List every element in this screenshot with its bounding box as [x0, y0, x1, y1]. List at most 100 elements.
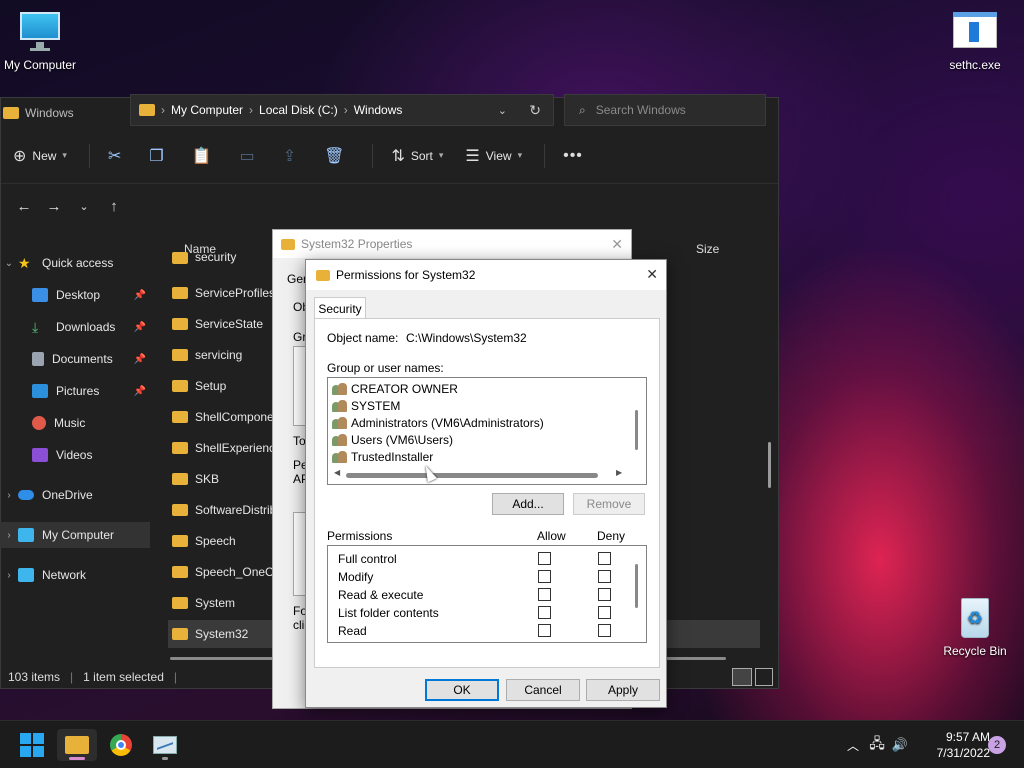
address-dropdown-icon[interactable]: ⌄ — [498, 104, 507, 117]
scroll-right-icon[interactable]: ▶ — [616, 468, 622, 477]
file-row[interactable]: ServiceState — [168, 310, 278, 338]
permissions-scrollbar[interactable] — [635, 564, 638, 608]
breadcrumb-my-computer[interactable]: My Computer — [171, 103, 243, 117]
allow-checkbox[interactable] — [538, 606, 551, 619]
scroll-left-icon[interactable]: ◀ — [334, 468, 340, 477]
folder-icon — [172, 411, 188, 423]
file-row[interactable]: SKB — [168, 465, 278, 493]
tab-security[interactable]: Security — [314, 297, 366, 319]
search-placeholder: Search Windows — [595, 103, 686, 117]
breadcrumb-windows[interactable]: Windows — [354, 103, 403, 117]
cancel-button[interactable]: Cancel — [506, 679, 580, 701]
apply-button[interactable]: Apply — [586, 679, 660, 701]
user-list-item[interactable]: Users (VM6\Users) — [332, 431, 453, 448]
clock[interactable]: 9:57 AM 7/31/2022 — [920, 729, 990, 761]
file-row[interactable]: Setup — [168, 372, 278, 400]
allow-checkbox[interactable] — [538, 552, 551, 565]
network-status-icon[interactable]: 🖧 — [864, 733, 890, 757]
sidebar-item-documents[interactable]: Documents 📌 — [0, 346, 150, 372]
file-row[interactable]: Speech — [168, 527, 278, 555]
taskbar-app[interactable] — [145, 729, 185, 761]
sidebar-item-onedrive[interactable]: › OneDrive — [0, 482, 150, 508]
sidebar-item-pictures[interactable]: Pictures 📌 — [0, 378, 150, 404]
deny-checkbox[interactable] — [598, 552, 611, 565]
remove-button[interactable]: Remove — [573, 493, 645, 515]
file-row[interactable]: SoftwareDistribution — [168, 496, 278, 524]
allow-checkbox[interactable] — [538, 588, 551, 601]
pictures-icon — [32, 384, 48, 398]
folder-icon — [172, 318, 188, 330]
permission-name: Full control — [338, 552, 397, 566]
sidebar-item-quick-access[interactable]: ⌄ ★ Quick access — [0, 250, 150, 276]
users-listbox[interactable]: CREATOR OWNER SYSTEM Administrators (VM6\A… — [327, 377, 647, 485]
pin-icon: 📌 — [133, 385, 146, 397]
tab-label: Security — [318, 301, 362, 316]
desktop-icon-my-computer[interactable]: My Computer — [0, 10, 80, 72]
deny-checkbox[interactable] — [598, 570, 611, 583]
deny-checkbox[interactable] — [598, 624, 611, 637]
file-name: System — [195, 596, 236, 610]
tiles-view-icon[interactable] — [755, 668, 773, 686]
file-row[interactable]: servicing — [168, 341, 278, 369]
user-list-item[interactable]: TrustedInstaller — [332, 448, 433, 465]
sidebar-item-music[interactable]: Music — [0, 410, 150, 436]
sidebar-item-label: Videos — [56, 448, 93, 462]
user-list-item[interactable]: Administrators (VM6\Administrators) — [332, 414, 544, 431]
window-title: Windows — [25, 106, 74, 120]
notification-badge[interactable]: 2 — [988, 736, 1006, 754]
listbox-vertical-scrollbar[interactable] — [635, 410, 638, 450]
sidebar-item-my-computer[interactable]: › My Computer — [0, 522, 150, 548]
navigation-pane: ⌄ ★ Quick access Desktop 📌 ⤓ Downloads 📌… — [0, 140, 152, 550]
file-name: SoftwareDistribution — [195, 503, 278, 517]
file-row[interactable]: ShellExperiences — [168, 434, 278, 462]
user-list-item[interactable]: SYSTEM — [332, 397, 400, 414]
close-icon[interactable]: ✕ — [646, 266, 658, 283]
listbox-horizontal-scrollbar[interactable]: ◀ ▶ — [334, 468, 624, 480]
folder-icon — [316, 269, 330, 281]
user-list-item[interactable]: CREATOR OWNER — [332, 380, 458, 397]
taskbar-file-explorer[interactable] — [57, 729, 97, 761]
allow-checkbox[interactable] — [538, 624, 551, 637]
sidebar-item-network[interactable]: › Network — [0, 562, 150, 588]
users-group-icon — [332, 399, 348, 413]
vertical-scrollbar[interactable] — [768, 442, 771, 488]
sidebar-item-label: My Computer — [42, 528, 115, 542]
volume-icon[interactable]: 🔊 — [890, 737, 910, 753]
refresh-icon[interactable]: ↻ — [529, 102, 541, 119]
deny-checkbox[interactable] — [598, 606, 611, 619]
breadcrumb-local-disk[interactable]: Local Disk (C:) — [259, 103, 338, 117]
close-icon[interactable]: ✕ — [611, 236, 623, 253]
search-input[interactable]: ⌕ Search Windows — [564, 94, 766, 126]
folder-icon — [172, 597, 188, 609]
chevron-up-icon[interactable]: ︿ — [842, 737, 864, 754]
desktop-icon-recycle-bin[interactable]: ♻ Recycle Bin — [935, 596, 1015, 658]
column-header-size[interactable]: Size — [696, 242, 719, 256]
taskbar-chrome[interactable] — [101, 729, 141, 761]
file-row[interactable]: ShellComponents — [168, 403, 278, 431]
permission-row: Modify — [338, 568, 373, 586]
allow-checkbox[interactable] — [538, 570, 551, 583]
monitor-icon — [16, 10, 64, 54]
file-row[interactable]: ServiceProfiles — [168, 279, 278, 307]
add-button[interactable]: Add... — [492, 493, 564, 515]
sidebar-item-videos[interactable]: Videos — [0, 442, 150, 468]
properties-titlebar[interactable]: System32 Properties ✕ — [273, 230, 631, 258]
address-bar[interactable]: › My Computer › Local Disk (C:) › Window… — [130, 94, 554, 126]
monitor-graph-icon — [153, 736, 177, 754]
file-row[interactable]: security — [168, 250, 278, 264]
start-button[interactable] — [12, 729, 52, 761]
scroll-thumb[interactable] — [346, 473, 598, 478]
ok-button[interactable]: OK — [425, 679, 499, 701]
chevron-right-icon: › — [249, 103, 254, 117]
sidebar-item-desktop[interactable]: Desktop 📌 — [0, 282, 150, 308]
desktop-icon-sethc[interactable]: sethc.exe — [935, 10, 1015, 72]
details-view-icon[interactable] — [732, 668, 752, 686]
file-row[interactable]: Speech_OneCore — [168, 558, 278, 586]
user-name: TrustedInstaller — [351, 449, 434, 464]
deny-checkbox[interactable] — [598, 588, 611, 601]
sidebar-item-downloads[interactable]: ⤓ Downloads 📌 — [0, 314, 150, 340]
permissions-titlebar[interactable]: Permissions for System32 — [306, 260, 666, 290]
file-name: Setup — [195, 379, 227, 393]
file-row[interactable]: System — [168, 589, 278, 617]
users-group-icon — [332, 382, 348, 396]
